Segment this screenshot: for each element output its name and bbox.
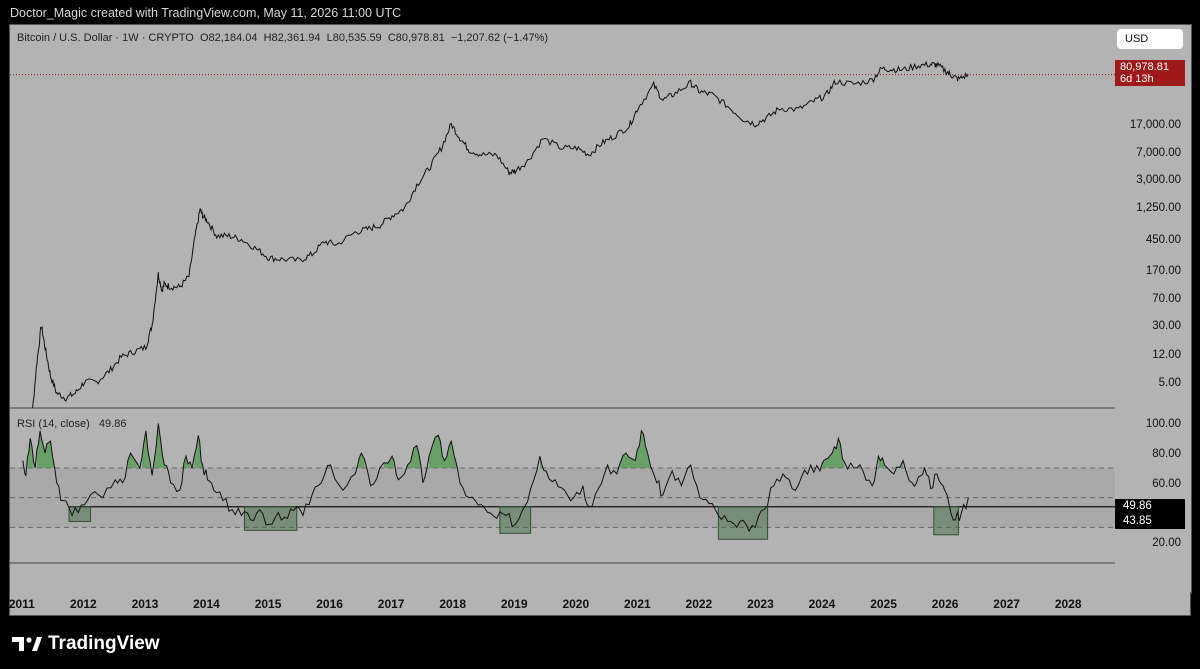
price-tick-label: 12.00 xyxy=(1152,349,1181,362)
year-tick-label: 2016 xyxy=(316,597,343,611)
last-price-value: 80,978.81 xyxy=(1120,61,1169,73)
year-tick-label: 2024 xyxy=(808,597,836,611)
year-tick-label: 2023 xyxy=(747,597,774,611)
price-tick-label: 70.00 xyxy=(1152,293,1181,306)
price-tick-label: 17,000.00 xyxy=(1129,119,1181,132)
rsi-overbought-fill xyxy=(429,435,457,468)
rsi-value: 49.86 xyxy=(98,418,127,430)
symbol-title: Bitcoin / U.S. Dollar · 1W · CRYPTO xyxy=(17,32,194,44)
year-tick-label: 2018 xyxy=(439,597,467,611)
ohlc-change: −1,207.62 (−1.47%) xyxy=(450,32,549,44)
chart-canvas[interactable] xyxy=(10,25,1116,593)
year-tick-label: 2028 xyxy=(1054,597,1082,611)
year-tick-label: 2019 xyxy=(500,597,528,611)
rsi-title: RSI (14, close) xyxy=(17,418,90,430)
chart-attribution: Doctor_Magic created with TradingView.co… xyxy=(10,6,402,20)
price-tick-label: 450.00 xyxy=(1145,234,1181,247)
rsi-legend[interactable]: RSI (14, close) 49.86 xyxy=(17,418,126,430)
rsi-tick-label: 80.00 xyxy=(1152,448,1181,461)
rsi-last-badge: 49.86 xyxy=(1115,499,1185,514)
rsi-tick-label: 60.00 xyxy=(1152,477,1181,490)
tradingview-footer: TradingView xyxy=(12,633,160,655)
symbol-legend[interactable]: Bitcoin / U.S. Dollar · 1W · CRYPTO O82,… xyxy=(17,32,548,44)
rsi-oversold-box-3 xyxy=(717,506,769,540)
chart-pane[interactable]: Bitcoin / U.S. Dollar · 1W · CRYPTO O82,… xyxy=(9,24,1117,594)
price-tick-label: 7,000.00 xyxy=(1136,147,1181,160)
year-tick-label: 2021 xyxy=(623,597,651,611)
rsi-oversold-box-4 xyxy=(933,506,959,536)
price-scale[interactable]: 17,000.00 7,000.00 3,000.00 1,250.00 450.00 1… xyxy=(1115,24,1192,594)
currency-selector[interactable]: USD xyxy=(1117,29,1183,49)
year-tick-label: 2020 xyxy=(562,597,590,611)
rsi-tick-label: 100.00 xyxy=(1145,418,1181,431)
bar-countdown: 6d 13h xyxy=(1120,73,1154,85)
price-tick-label: 5.00 xyxy=(1158,376,1181,389)
rsi-tick-label: 20.00 xyxy=(1152,537,1181,550)
year-tick-label: 2011 xyxy=(8,597,35,611)
price-tick-label: 1,250.00 xyxy=(1136,201,1181,214)
tradingview-logo-icon xyxy=(12,637,42,651)
rsi-overbought-fill xyxy=(183,456,191,468)
ohlc-high: H82,361.94 xyxy=(263,32,321,44)
year-tick-label: 2017 xyxy=(377,597,405,611)
rsi-overbought-fill xyxy=(822,438,845,468)
year-tick-label: 2022 xyxy=(685,597,713,611)
price-tick-label: 3,000.00 xyxy=(1136,174,1181,187)
year-tick-label: 2026 xyxy=(931,597,959,611)
year-tick-label: 2015 xyxy=(254,597,282,611)
rsi-oversold-box-1 xyxy=(243,506,298,531)
year-tick-label: 2025 xyxy=(870,597,897,611)
brand-name: TradingView xyxy=(48,633,160,654)
ohlc-low: L80,535.59 xyxy=(326,32,382,44)
rsi-reference-badge: 43.85 xyxy=(1115,514,1185,529)
year-tick-label: 2012 xyxy=(70,597,97,611)
ohlc-close: C80,978.81 xyxy=(387,32,445,44)
year-tick-label: 2013 xyxy=(131,597,159,611)
rsi-oversold-box-2 xyxy=(499,506,532,534)
price-tick-label: 30.00 xyxy=(1152,320,1181,333)
year-tick-label: 2027 xyxy=(993,597,1020,611)
btc-price-line xyxy=(32,60,969,408)
ohlc-open: O82,184.04 xyxy=(199,32,258,44)
year-tick-label: 2014 xyxy=(193,597,220,611)
last-price-badge: 80,978.81 6d 13h xyxy=(1115,60,1185,86)
price-tick-label: 170.00 xyxy=(1145,265,1181,278)
